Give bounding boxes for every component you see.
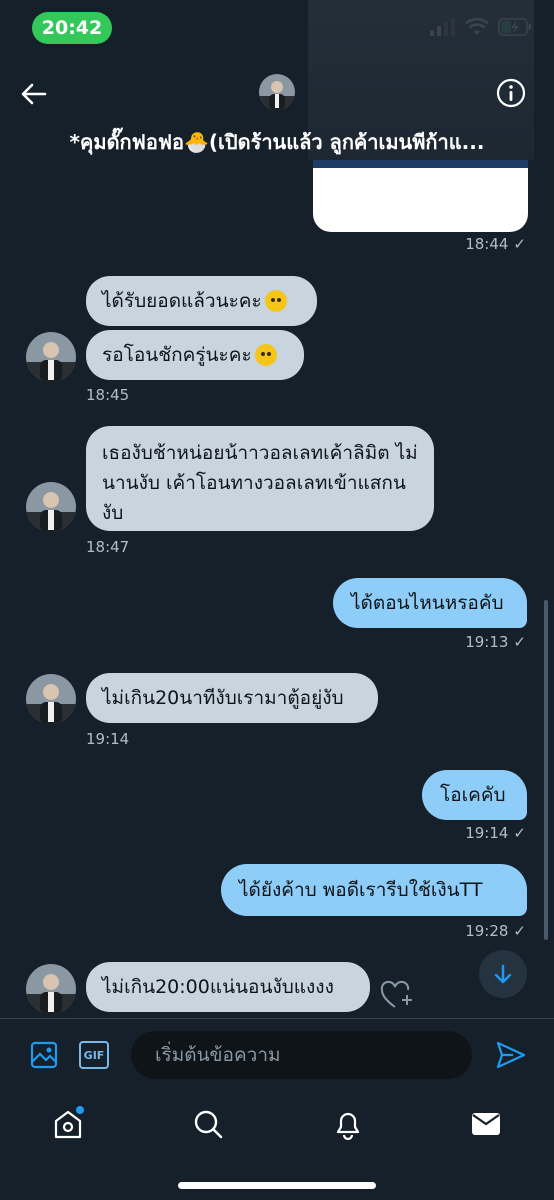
message-text: รอโอนชักครู่นะคะ — [102, 344, 252, 366]
notifications-icon — [336, 1112, 360, 1140]
contact-avatar[interactable] — [259, 74, 295, 110]
message-timestamp: 19:14 ✓ — [465, 824, 526, 842]
back-button[interactable] — [18, 78, 50, 110]
message-composer: GIF — [0, 1018, 554, 1092]
shared-card-message[interactable] — [313, 160, 528, 232]
outgoing-message[interactable]: ได้ยังค้าบ พอดีเรารีบใช้เงินTT — [221, 864, 527, 916]
sender-avatar[interactable] — [26, 674, 76, 724]
message-timestamp: 18:45 — [86, 386, 130, 404]
message-timestamp: 19:14 — [86, 730, 130, 748]
message-timestamp: 19:13 ✓ — [465, 633, 526, 651]
card-header-bar — [313, 160, 528, 168]
incoming-message[interactable]: ไม่เกิน20นาทีงับเรามาตู้อยู่งับ — [86, 673, 378, 723]
sent-check-icon: ✓ — [513, 633, 526, 651]
nav-search[interactable] — [188, 1104, 228, 1144]
send-icon — [496, 1041, 526, 1069]
gif-icon: GIF — [83, 1048, 105, 1062]
messages-icon — [472, 1113, 500, 1135]
status-time: 20:42 — [32, 12, 112, 44]
avatar-photo — [259, 74, 295, 110]
incoming-message[interactable]: รอโอนชักครู่นะคะ — [86, 330, 304, 380]
react-heart-button[interactable] — [380, 980, 414, 1010]
home-indicator[interactable] — [178, 1182, 376, 1189]
nav-notifications[interactable] — [328, 1104, 368, 1144]
message-text: เธองับช้าหน่อยน้าาวอลเลทเค้าลิมิต ไม่นาน… — [102, 442, 418, 524]
scrollbar[interactable] — [544, 600, 548, 940]
incoming-message[interactable]: ไม่เกิน20:00แน่นอนงับแงงง — [86, 962, 370, 1012]
message-timestamp: 18:47 — [86, 538, 130, 556]
sender-avatar[interactable] — [26, 482, 76, 532]
gif-button[interactable]: GIF — [79, 1041, 109, 1069]
sender-avatar[interactable] — [26, 332, 76, 382]
heart-plus-icon — [380, 980, 412, 1008]
message-text: ได้ยังค้าบ พอดีเรารีบใช้เงินTT — [239, 879, 483, 901]
message-text: ได้ตอนไหนหรอคับ — [351, 592, 504, 614]
outgoing-message[interactable]: โอเคคับ — [422, 770, 527, 820]
search-icon — [194, 1110, 223, 1139]
nav-home[interactable] — [48, 1104, 88, 1144]
message-text: ไม่เกิน20:00แน่นอนงับแงงง — [102, 976, 334, 998]
avatar-photo — [26, 674, 76, 724]
incoming-message[interactable]: ได้รับยอดแล้วนะคะ — [86, 276, 317, 326]
message-timestamp: 19:28 ✓ — [465, 922, 526, 940]
home-icon — [54, 1106, 84, 1139]
bottom-navigation — [0, 1092, 554, 1200]
send-button[interactable] — [495, 1039, 527, 1071]
conversation-header: *คุมดั๊กฟอฟอ🐣(เปิดร้านแล้ว ลูกค้าเมนพีก้… — [0, 56, 554, 160]
conversation-title[interactable]: *คุมดั๊กฟอฟอ🐣(เปิดร้านแล้ว ลูกค้าเมนพีก้… — [24, 126, 530, 158]
info-button[interactable] — [496, 78, 526, 108]
outgoing-message[interactable]: ได้ตอนไหนหรอคับ — [333, 578, 527, 628]
arrow-down-icon — [494, 964, 512, 984]
sent-check-icon: ✓ — [513, 235, 526, 253]
pleading-face-icon — [254, 344, 277, 366]
info-icon — [496, 78, 526, 108]
message-text: ได้รับยอดแล้วนะคะ — [102, 290, 262, 312]
arrow-left-icon — [21, 83, 47, 105]
incoming-message[interactable]: เธองับช้าหน่อยน้าาวอลเลทเค้าลิมิต ไม่นาน… — [86, 426, 434, 531]
scroll-to-bottom-button[interactable] — [479, 950, 527, 998]
avatar-photo — [26, 332, 76, 382]
sent-check-icon: ✓ — [513, 824, 526, 842]
message-input[interactable] — [131, 1031, 472, 1079]
message-text: ไม่เกิน20นาทีงับเรามาตู้อยู่งับ — [102, 687, 344, 709]
smiling-face-with-hearts-icon — [264, 290, 287, 312]
avatar-photo — [26, 964, 76, 1014]
sent-check-icon: ✓ — [513, 922, 526, 940]
sender-avatar[interactable] — [26, 964, 76, 1014]
nav-messages[interactable] — [466, 1104, 506, 1144]
avatar-photo — [26, 482, 76, 532]
add-photo-button[interactable] — [30, 1041, 58, 1069]
message-text: โอเคคับ — [440, 784, 506, 806]
message-timestamp: 18:44 ✓ — [465, 235, 526, 253]
image-icon — [30, 1041, 58, 1069]
